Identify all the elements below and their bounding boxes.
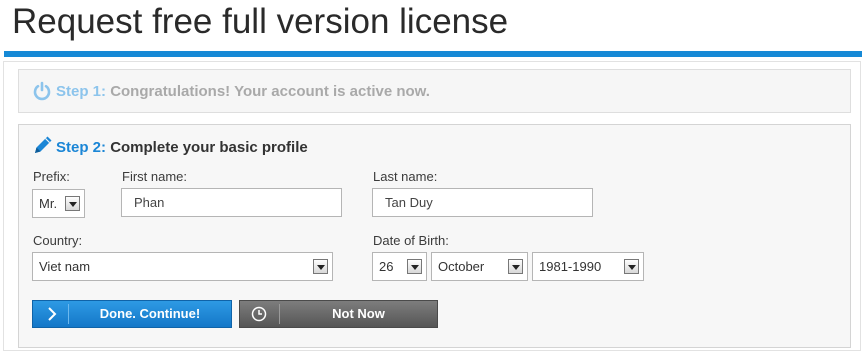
prefix-label: Prefix: [33,169,70,184]
chevron-down-icon[interactable] [65,196,80,211]
step-2-text: Complete your basic profile [110,139,308,156]
not-now-label: Not Now [332,306,385,321]
step-2-number: Step 2: [56,139,107,156]
dob-day-select[interactable]: 26 [372,252,427,281]
step-1-panel: Step 1: Congratulations! Your account is… [18,69,851,113]
power-icon [33,81,51,101]
chevron-down-icon[interactable] [407,259,422,274]
country-select[interactable]: Viet nam [32,252,333,281]
clock-icon [251,306,267,322]
last-name-label: Last name: [373,169,438,184]
dob-month-value: October [438,259,485,274]
chevron-down-icon[interactable] [624,259,639,274]
page-title: Request free full version license [12,2,509,41]
dob-label: Date of Birth: [373,233,449,248]
step-1-heading: Step 1: Congratulations! Your account is… [56,83,430,100]
done-continue-button[interactable]: Done. Continue! [32,300,232,328]
first-name-field[interactable]: Phan [121,188,342,217]
step-1-number: Step 1: [56,83,107,100]
chevron-down-icon[interactable] [313,259,328,274]
prefix-value: Mr. [39,196,58,211]
first-name-label: First name: [122,169,188,184]
step-2-heading: Step 2: Complete your basic profile [56,139,308,156]
prefix-select[interactable]: Mr. [32,189,85,218]
done-continue-label: Done. Continue! [99,306,201,321]
chevron-down-icon[interactable] [508,259,523,274]
dob-year-value: 1981-1990 [539,259,602,274]
not-now-button[interactable]: Not Now [239,300,438,328]
last-name-field[interactable]: Tan Duy [372,188,593,217]
dob-year-select[interactable]: 1981-1990 [532,252,644,281]
dob-month-select[interactable]: October [431,252,528,281]
country-value: Viet nam [39,259,91,274]
pencil-icon [35,136,52,153]
step-1-text: Congratulations! Your account is active … [110,83,430,100]
title-divider [4,51,862,57]
chevron-right-icon [48,307,57,321]
country-label: Country: [33,233,83,248]
dob-day-value: 26 [379,259,394,274]
